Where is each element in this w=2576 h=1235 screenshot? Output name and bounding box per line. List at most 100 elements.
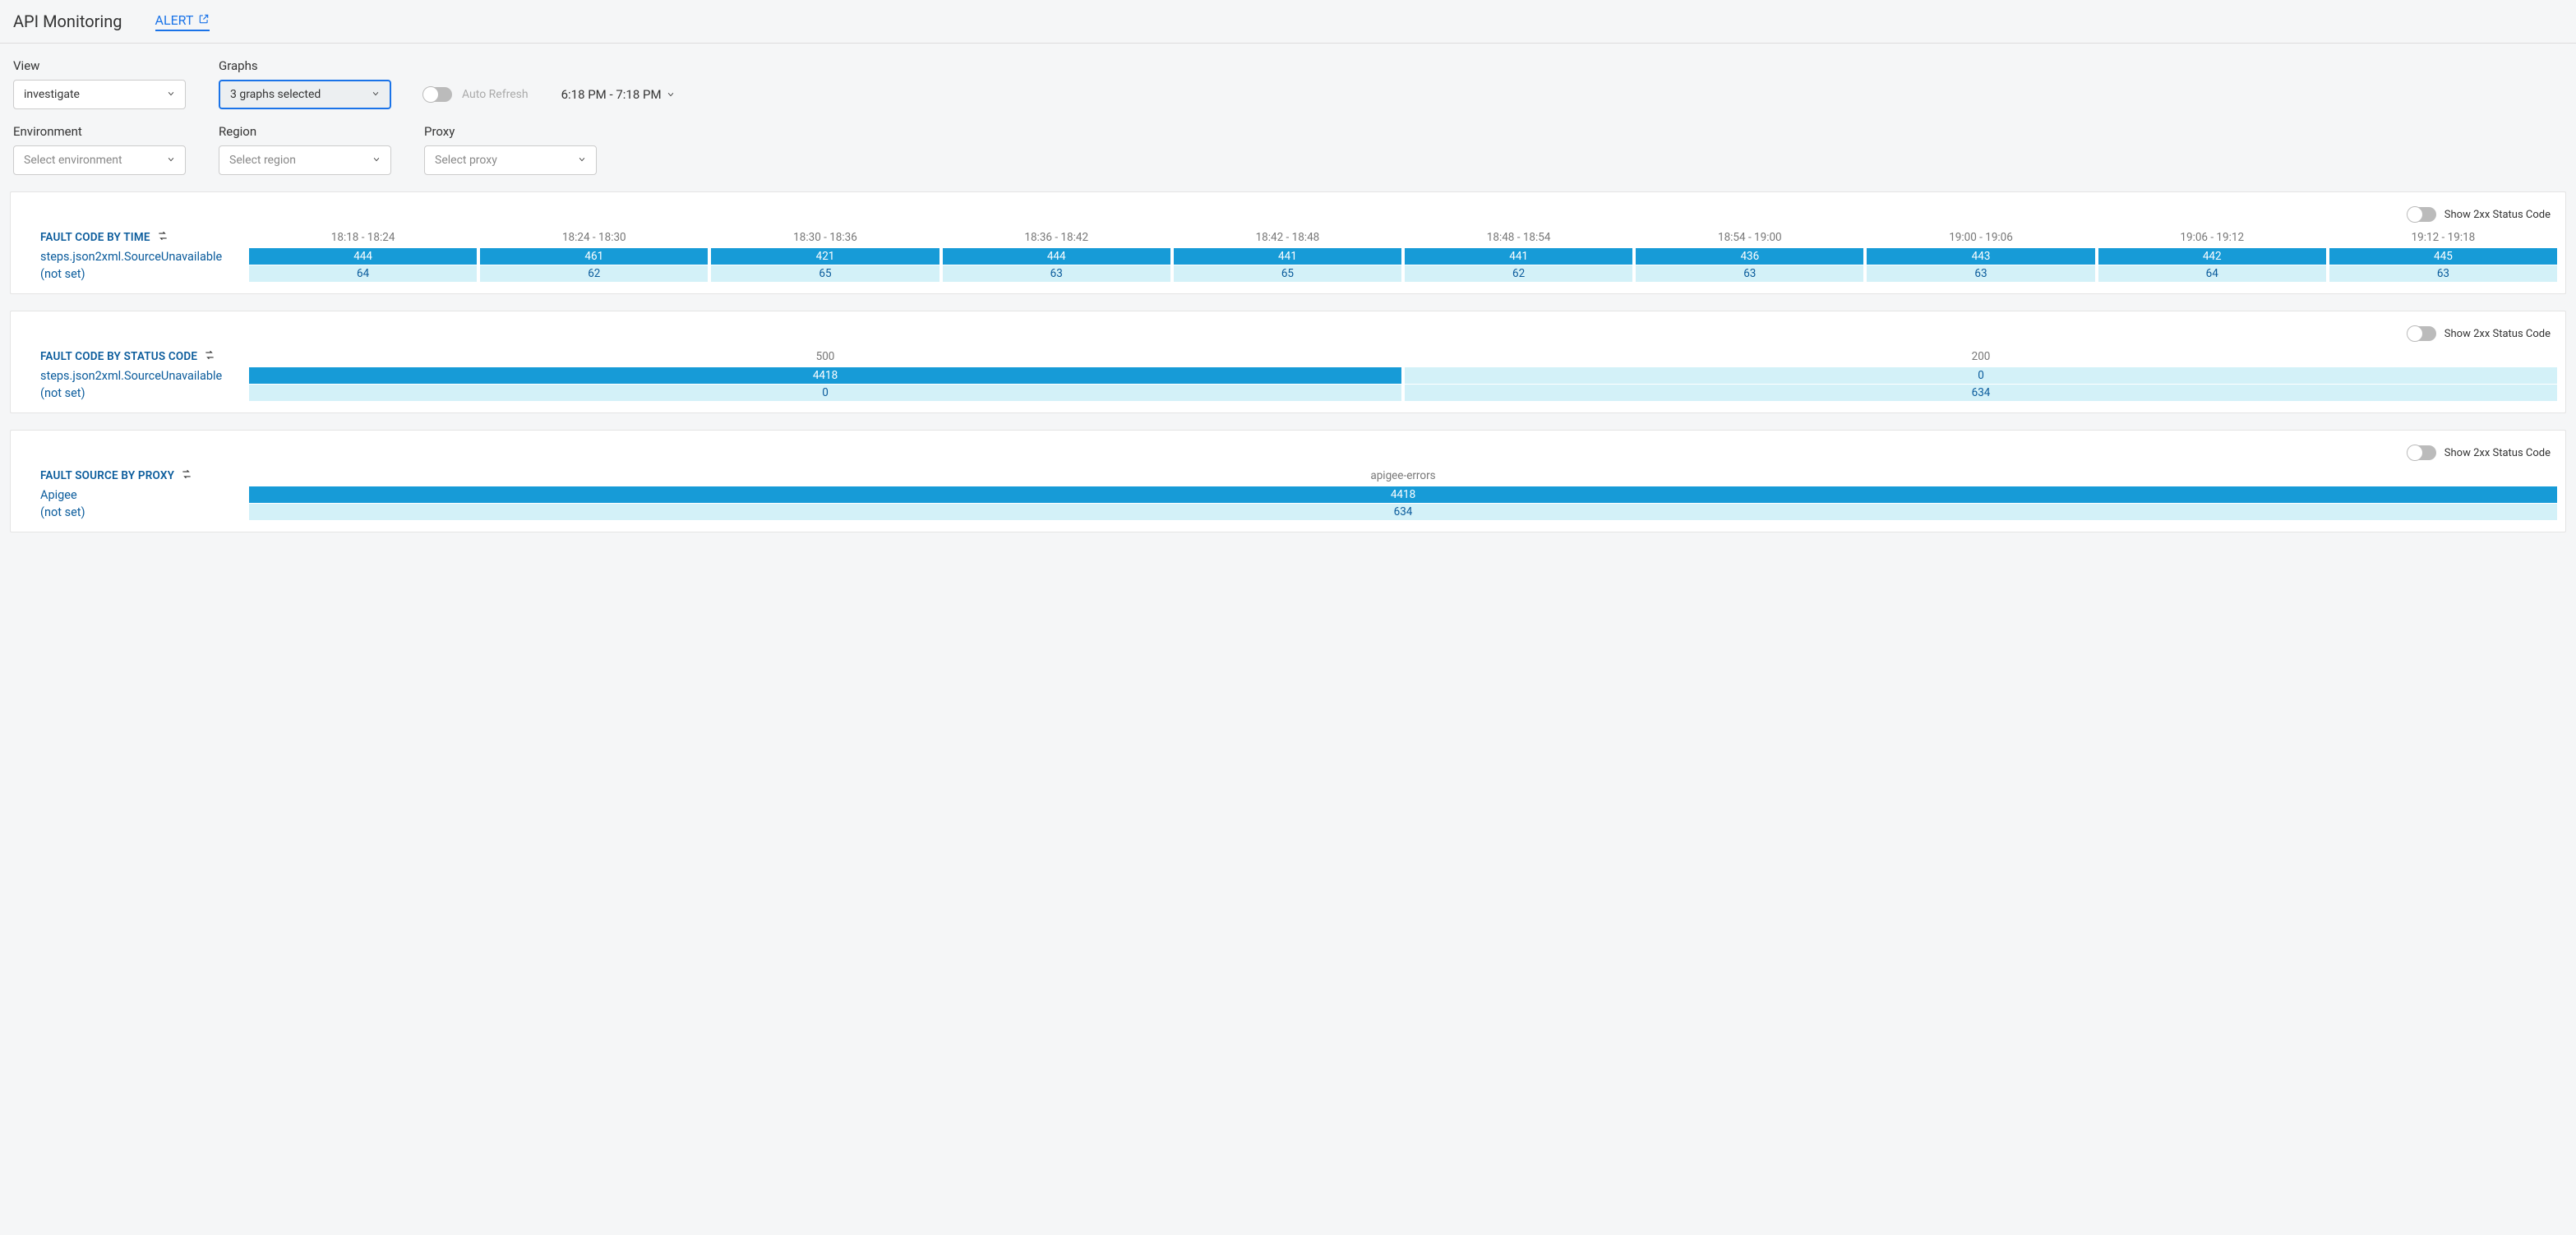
chevron-down-icon (372, 154, 381, 167)
graphs-label: Graphs (219, 58, 391, 73)
row-label: steps.json2xml.SourceUnavailable (40, 367, 249, 384)
panel-title: FAULT CODE BY TIME (40, 227, 249, 248)
panel-fault-code-by-time: Show 2xx Status Code FAULT CODE BY TIME … (10, 191, 2566, 294)
heatmap-cell[interactable]: 65 (711, 265, 939, 282)
show-2xx-toggle[interactable] (2408, 207, 2436, 222)
proxy-select[interactable]: Select proxy (424, 145, 597, 175)
heatmap-cell[interactable]: 4418 (249, 367, 1401, 384)
column-header: 19:00 - 19:06 (1867, 227, 2094, 248)
heatmap-column: 18:48 - 18:5444162 (1405, 227, 1632, 282)
heatmap-cell[interactable]: 441 (1405, 248, 1632, 265)
heatmap-column: 18:24 - 18:3046162 (480, 227, 708, 282)
show-2xx-toggle[interactable] (2408, 326, 2436, 341)
page-title: API Monitoring (13, 12, 122, 31)
heatmap-column: 19:12 - 19:1844563 (2329, 227, 2557, 282)
heatmap-cell[interactable]: 441 (1174, 248, 1401, 265)
heatmap-column: 18:30 - 18:3642165 (711, 227, 939, 282)
heatmap-cell[interactable]: 444 (249, 248, 477, 265)
chevron-down-icon (578, 154, 586, 167)
heatmap-cell[interactable]: 63 (2329, 265, 2557, 282)
heatmap-column: 19:00 - 19:0644363 (1867, 227, 2094, 282)
row-label: (not set) (40, 265, 249, 282)
heatmap-grid: 500441802000634 (249, 346, 2557, 401)
environment-select[interactable]: Select environment (13, 145, 186, 175)
heatmap-cell[interactable]: 421 (711, 248, 939, 265)
column-header: 18:54 - 19:00 (1636, 227, 1863, 248)
panel-title-text: FAULT SOURCE BY PROXY (40, 469, 174, 482)
heatmap-cell[interactable]: 62 (1405, 265, 1632, 282)
view-label: View (13, 58, 186, 73)
controls: View investigate Graphs 3 graphs selecte… (0, 44, 2576, 183)
heatmap-cell[interactable]: 445 (2329, 248, 2557, 265)
auto-refresh-label: Auto Refresh (462, 88, 529, 101)
panel-fault-source-by-proxy: Show 2xx Status Code FAULT SOURCE BY PRO… (10, 430, 2566, 532)
region-label: Region (219, 124, 391, 139)
view-select-value: investigate (24, 88, 80, 101)
heatmap-column: 2000634 (1405, 346, 2557, 401)
heatmap-column: 50044180 (249, 346, 1401, 401)
heatmap-cell[interactable]: 443 (1867, 248, 2094, 265)
column-header: apigee-errors (249, 465, 2557, 486)
environment-label: Environment (13, 124, 186, 139)
column-header: 19:06 - 19:12 (2098, 227, 2326, 248)
panel-title: FAULT SOURCE BY PROXY (40, 465, 249, 486)
compare-icon[interactable] (181, 468, 192, 483)
column-header: 18:42 - 18:48 (1174, 227, 1401, 248)
time-range-value: 6:18 PM - 7:18 PM (561, 87, 662, 102)
graphs-select[interactable]: 3 graphs selected (219, 80, 391, 109)
heatmap-cell[interactable]: 64 (2098, 265, 2326, 282)
heatmap-cell[interactable]: 444 (943, 248, 1170, 265)
time-range-picker[interactable]: 6:18 PM - 7:18 PM (561, 80, 675, 109)
heatmap-cell[interactable]: 64 (249, 265, 477, 282)
region-placeholder: Select region (229, 154, 296, 167)
heatmap-column: 18:18 - 18:2444464 (249, 227, 477, 282)
heatmap-cell[interactable]: 62 (480, 265, 708, 282)
auto-refresh-toggle[interactable] (424, 87, 452, 102)
heatmap-column: 18:36 - 18:4244463 (943, 227, 1170, 282)
heatmap-cell[interactable]: 0 (249, 385, 1401, 401)
external-link-icon (198, 12, 210, 28)
heatmap-cell[interactable]: 634 (1405, 385, 2557, 401)
heatmap-cell[interactable]: 63 (1636, 265, 1863, 282)
row-label: (not set) (40, 385, 249, 401)
column-header: 200 (1405, 346, 2557, 367)
heatmap-cell[interactable]: 65 (1174, 265, 1401, 282)
proxy-placeholder: Select proxy (435, 154, 497, 167)
heatmap-grid: apigee-errors4418634 (249, 465, 2557, 520)
page-header: API Monitoring ALERT (0, 0, 2576, 44)
compare-icon[interactable] (204, 349, 215, 364)
column-header: 500 (249, 346, 1401, 367)
panels: Show 2xx Status Code FAULT CODE BY TIME … (0, 183, 2576, 549)
heatmap-cell[interactable]: 634 (249, 504, 2557, 520)
panel-fault-code-by-status: Show 2xx Status Code FAULT CODE BY STATU… (10, 311, 2566, 413)
heatmap-cell[interactable]: 436 (1636, 248, 1863, 265)
show-2xx-label: Show 2xx Status Code (2444, 328, 2551, 340)
column-header: 18:24 - 18:30 (480, 227, 708, 248)
heatmap-cell[interactable]: 461 (480, 248, 708, 265)
heatmap-cell[interactable]: 63 (1867, 265, 2094, 282)
column-header: 19:12 - 19:18 (2329, 227, 2557, 248)
alert-link[interactable]: ALERT (155, 12, 210, 31)
proxy-label: Proxy (424, 124, 597, 139)
panel-title-text: FAULT CODE BY TIME (40, 231, 150, 244)
panel-title-text: FAULT CODE BY STATUS CODE (40, 350, 197, 363)
view-select[interactable]: investigate (13, 80, 186, 109)
heatmap-cell[interactable]: 63 (943, 265, 1170, 282)
environment-placeholder: Select environment (24, 154, 122, 167)
heatmap-cell[interactable]: 442 (2098, 248, 2326, 265)
panel-title: FAULT CODE BY STATUS CODE (40, 346, 249, 367)
heatmap-column: 18:54 - 19:0043663 (1636, 227, 1863, 282)
heatmap-cell[interactable]: 4418 (249, 486, 2557, 503)
column-header: 18:30 - 18:36 (711, 227, 939, 248)
chevron-down-icon (167, 154, 175, 167)
show-2xx-toggle[interactable] (2408, 445, 2436, 460)
graphs-select-value: 3 graphs selected (230, 88, 321, 101)
chevron-down-icon (372, 88, 380, 101)
chevron-down-icon (667, 87, 675, 102)
column-header: 18:48 - 18:54 (1405, 227, 1632, 248)
heatmap-cell[interactable]: 0 (1405, 367, 2557, 384)
region-select[interactable]: Select region (219, 145, 391, 175)
alert-link-label: ALERT (155, 12, 194, 28)
show-2xx-label: Show 2xx Status Code (2444, 447, 2551, 459)
compare-icon[interactable] (157, 230, 169, 245)
